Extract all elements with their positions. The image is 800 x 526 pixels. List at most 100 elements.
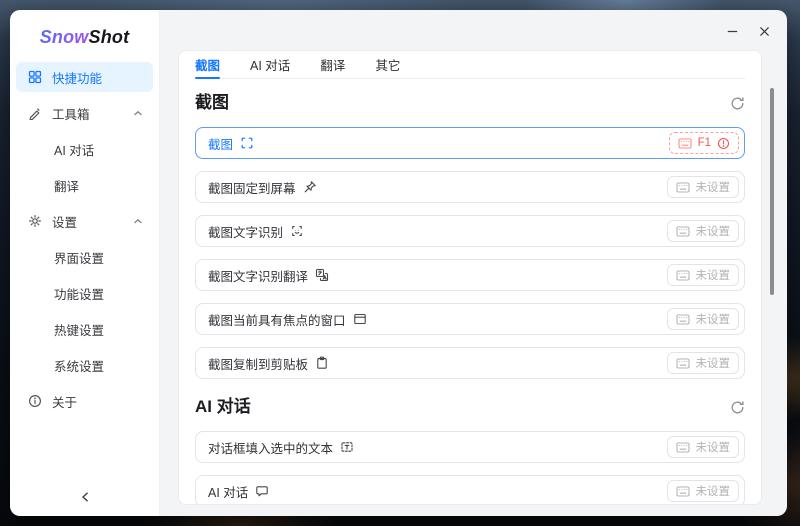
hotkey-row-screenshot[interactable]: 截图 F1	[195, 127, 745, 159]
keyboard-icon	[675, 313, 690, 325]
translate-icon	[315, 268, 329, 282]
info-icon	[28, 394, 42, 408]
hotkey-badge[interactable]: 未设置	[666, 220, 739, 242]
keyboard-icon	[675, 225, 690, 237]
section-header-ai-chat: AI 对话	[195, 395, 745, 419]
keyboard-icon	[678, 137, 692, 149]
tab-other[interactable]: 其它	[375, 51, 400, 78]
hotkey-row-label: AI 对话	[208, 485, 249, 500]
close-button[interactable]	[751, 20, 777, 42]
hotkey-row-label: 截图文字识别翻译	[208, 269, 309, 284]
hotkey-row-ocr[interactable]: 截图文字识别 未设置	[195, 215, 745, 247]
hotkey-row-fixed-to-screen[interactable]: 截图固定到屏幕 未设置	[195, 171, 745, 203]
hotkey-row-label: 对话框填入选中的文本	[208, 441, 334, 456]
sidebar-group-label: 设置	[52, 215, 78, 230]
app-logo: SnowShot	[10, 20, 159, 54]
sidebar-item-label: 界面设置	[54, 251, 105, 266]
chevron-up-icon[interactable]	[133, 216, 143, 226]
sidebar-item-label: AI 对话	[54, 143, 95, 158]
sidebar-item-quick-functions[interactable]: 快捷功能	[16, 62, 153, 92]
sidebar-item-translate[interactable]: 翻译	[16, 170, 153, 200]
hotkey-row-label: 截图文字识别	[208, 225, 284, 240]
clipboard-icon	[315, 356, 329, 370]
warning-icon	[717, 137, 730, 150]
section-header-screenshot: 截图	[195, 91, 745, 115]
sidebar-item-ai-chat[interactable]: AI 对话	[16, 134, 153, 164]
main-area: 截图 AI 对话 翻译 其它 截图 截图 F1 截图固定到屏幕 未设置 截图文字…	[160, 10, 787, 516]
sidebar-item-label: 翻译	[54, 179, 80, 194]
refresh-icon[interactable]	[730, 96, 745, 111]
section-title: 截图	[195, 93, 229, 112]
sidebar-item-label: 功能设置	[54, 287, 105, 302]
minimize-button[interactable]	[719, 20, 745, 42]
keyboard-icon	[675, 181, 690, 193]
sidebar-item-label: 热键设置	[54, 323, 105, 338]
hotkey-row-fill-selected-text[interactable]: 对话框填入选中的文本 未设置	[195, 431, 745, 463]
tab-ai-chat[interactable]: AI 对话	[250, 51, 290, 78]
hotkey-row-focused-window[interactable]: 截图当前具有焦点的窗口 未设置	[195, 303, 745, 335]
grid-icon	[28, 70, 42, 84]
sidebar: SnowShot 快捷功能 工具箱 AI 对话 翻译 设置 界面设置 功能设置 …	[10, 10, 160, 516]
hotkey-badge-text: 未设置	[695, 226, 731, 238]
hotkey-row-label: 截图复制到剪贴板	[208, 357, 309, 372]
screenshot-icon	[240, 136, 254, 150]
sidebar-group-toolbox[interactable]: 工具箱	[16, 98, 153, 128]
refresh-icon[interactable]	[730, 400, 745, 415]
sidebar-item-function-settings[interactable]: 功能设置	[16, 278, 153, 308]
section-title: AI 对话	[195, 397, 251, 416]
sidebar-item-label: 关于	[52, 395, 78, 410]
hotkey-badge-text: 未设置	[695, 442, 731, 454]
keyboard-icon	[675, 441, 690, 453]
hotkey-badge[interactable]: 未设置	[666, 436, 739, 458]
tab-bar: 截图 AI 对话 翻译 其它	[195, 51, 745, 79]
pin-icon	[303, 180, 317, 194]
hotkey-row-label: 截图	[208, 137, 234, 152]
sidebar-group-label: 工具箱	[52, 107, 90, 122]
window-icon	[353, 312, 367, 326]
hotkey-row-ai-chat[interactable]: AI 对话 未设置	[195, 475, 745, 504]
text-insert-icon	[340, 440, 354, 454]
ocr-icon	[290, 224, 304, 238]
window-controls	[719, 20, 777, 42]
app-window: SnowShot 快捷功能 工具箱 AI 对话 翻译 设置 界面设置 功能设置 …	[10, 10, 787, 516]
sidebar-item-label: 系统设置	[54, 359, 105, 374]
hotkey-row-label: 截图固定到屏幕	[208, 181, 296, 196]
gear-icon	[28, 214, 42, 228]
keyboard-icon	[675, 485, 690, 497]
sidebar-group-settings[interactable]: 设置	[16, 206, 153, 236]
sidebar-item-label: 快捷功能	[52, 71, 103, 86]
tab-translate[interactable]: 翻译	[320, 51, 345, 78]
hotkey-row-copy-clipboard[interactable]: 截图复制到剪贴板 未设置	[195, 347, 745, 379]
keyboard-icon	[675, 357, 690, 369]
hotkey-badge[interactable]: 未设置	[666, 264, 739, 286]
sidebar-collapse-button[interactable]	[76, 488, 94, 506]
chevron-up-icon[interactable]	[133, 108, 143, 118]
hotkey-badge[interactable]: 未设置	[666, 308, 739, 330]
hotkey-row-ocr-translate[interactable]: 截图文字识别翻译 未设置	[195, 259, 745, 291]
hotkey-badge-text: 未设置	[695, 486, 731, 498]
tab-screenshot[interactable]: 截图	[195, 51, 221, 79]
hotkey-badge-text: 未设置	[695, 182, 731, 194]
logo-text-shot: Shot	[88, 27, 130, 47]
hotkey-badge[interactable]: 未设置	[666, 352, 739, 374]
sidebar-item-system-settings[interactable]: 系统设置	[16, 350, 153, 380]
sidebar-menu: 快捷功能 工具箱 AI 对话 翻译 设置 界面设置 功能设置 热键设置 系统设置…	[10, 62, 159, 416]
chat-icon	[255, 484, 269, 498]
sidebar-item-about[interactable]: 关于	[16, 386, 153, 416]
logo-text-snow: Snow	[39, 27, 89, 47]
scrollbar[interactable]	[770, 88, 774, 295]
keyboard-icon	[675, 269, 690, 281]
hotkey-badge[interactable]: 未设置	[666, 176, 739, 198]
hotkey-badge-text: F1	[697, 137, 711, 149]
hotkey-badge-text: 未设置	[695, 358, 731, 370]
hotkey-row-label: 截图当前具有焦点的窗口	[208, 313, 346, 328]
sidebar-item-interface-settings[interactable]: 界面设置	[16, 242, 153, 272]
settings-card: 截图 AI 对话 翻译 其它 截图 截图 F1 截图固定到屏幕 未设置 截图文字…	[178, 50, 762, 505]
hotkey-badge-text: 未设置	[695, 314, 731, 326]
chevron-left-icon	[80, 491, 90, 503]
sidebar-item-hotkey-settings[interactable]: 热键设置	[16, 314, 153, 344]
hotkey-badge[interactable]: 未设置	[666, 480, 739, 502]
tool-icon	[28, 106, 42, 120]
hotkey-badge[interactable]: F1	[668, 132, 739, 154]
hotkey-badge-text: 未设置	[695, 270, 731, 282]
